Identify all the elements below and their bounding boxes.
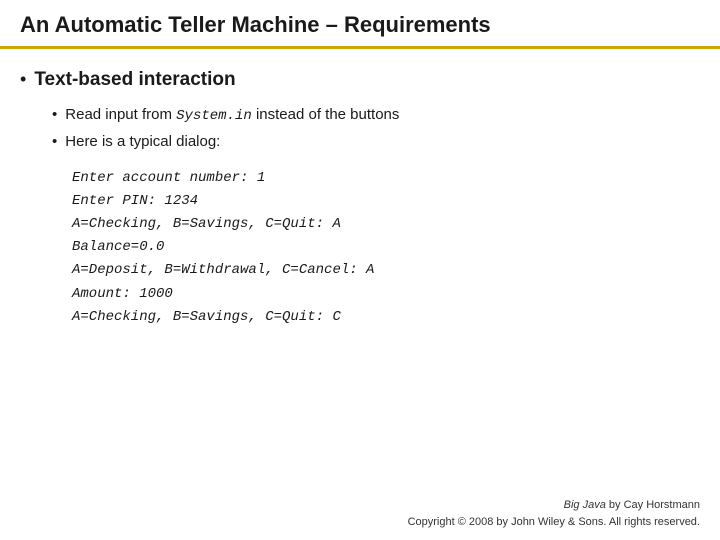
main-bullet-item: • Text-based interaction [20, 67, 700, 94]
sub-bullets-container: • Read input from System.in instead of t… [52, 104, 700, 154]
footer-copyright: Copyright © 2008 by John Wiley & Sons. A… [20, 514, 700, 531]
code-line-6: Amount: 1000 [72, 283, 700, 306]
code-line-5: A=Deposit, B=Withdrawal, C=Cancel: A [72, 259, 700, 282]
content-area: • Text-based interaction • Read input fr… [0, 49, 720, 489]
sub-bullet-dot-1: • [52, 104, 57, 127]
footer: Big Java by Cay Horstmann Copyright © 20… [0, 489, 720, 540]
code-block: Enter account number: 1 Enter PIN: 1234 … [72, 167, 700, 329]
footer-author: by Cay Horstmann [609, 499, 700, 511]
code-line-7: A=Checking, B=Savings, C=Quit: C [72, 306, 700, 329]
footer-book-info: Big Java by Cay Horstmann [20, 497, 700, 514]
main-bullet-dot: • [20, 67, 26, 92]
footer-book-title: Big Java [564, 499, 606, 511]
main-bullet-text: Text-based interaction [34, 67, 235, 94]
code-line-2: Enter PIN: 1234 [72, 190, 700, 213]
sub-bullet-dot-2: • [52, 131, 57, 154]
sub-bullet-2: • Here is a typical dialog: [52, 131, 700, 154]
code-line-4: Balance=0.0 [72, 236, 700, 259]
page-container: An Automatic Teller Machine – Requiremen… [0, 0, 720, 540]
code-line-1: Enter account number: 1 [72, 167, 700, 190]
header: An Automatic Teller Machine – Requiremen… [0, 0, 720, 49]
sub-bullet-1: • Read input from System.in instead of t… [52, 104, 700, 127]
sub-bullet-text-1: Read input from System.in instead of the… [65, 104, 399, 127]
sub-bullet-text-2: Here is a typical dialog: [65, 131, 220, 154]
code-line-3: A=Checking, B=Savings, C=Quit: A [72, 213, 700, 236]
page-title: An Automatic Teller Machine – Requiremen… [20, 12, 491, 37]
